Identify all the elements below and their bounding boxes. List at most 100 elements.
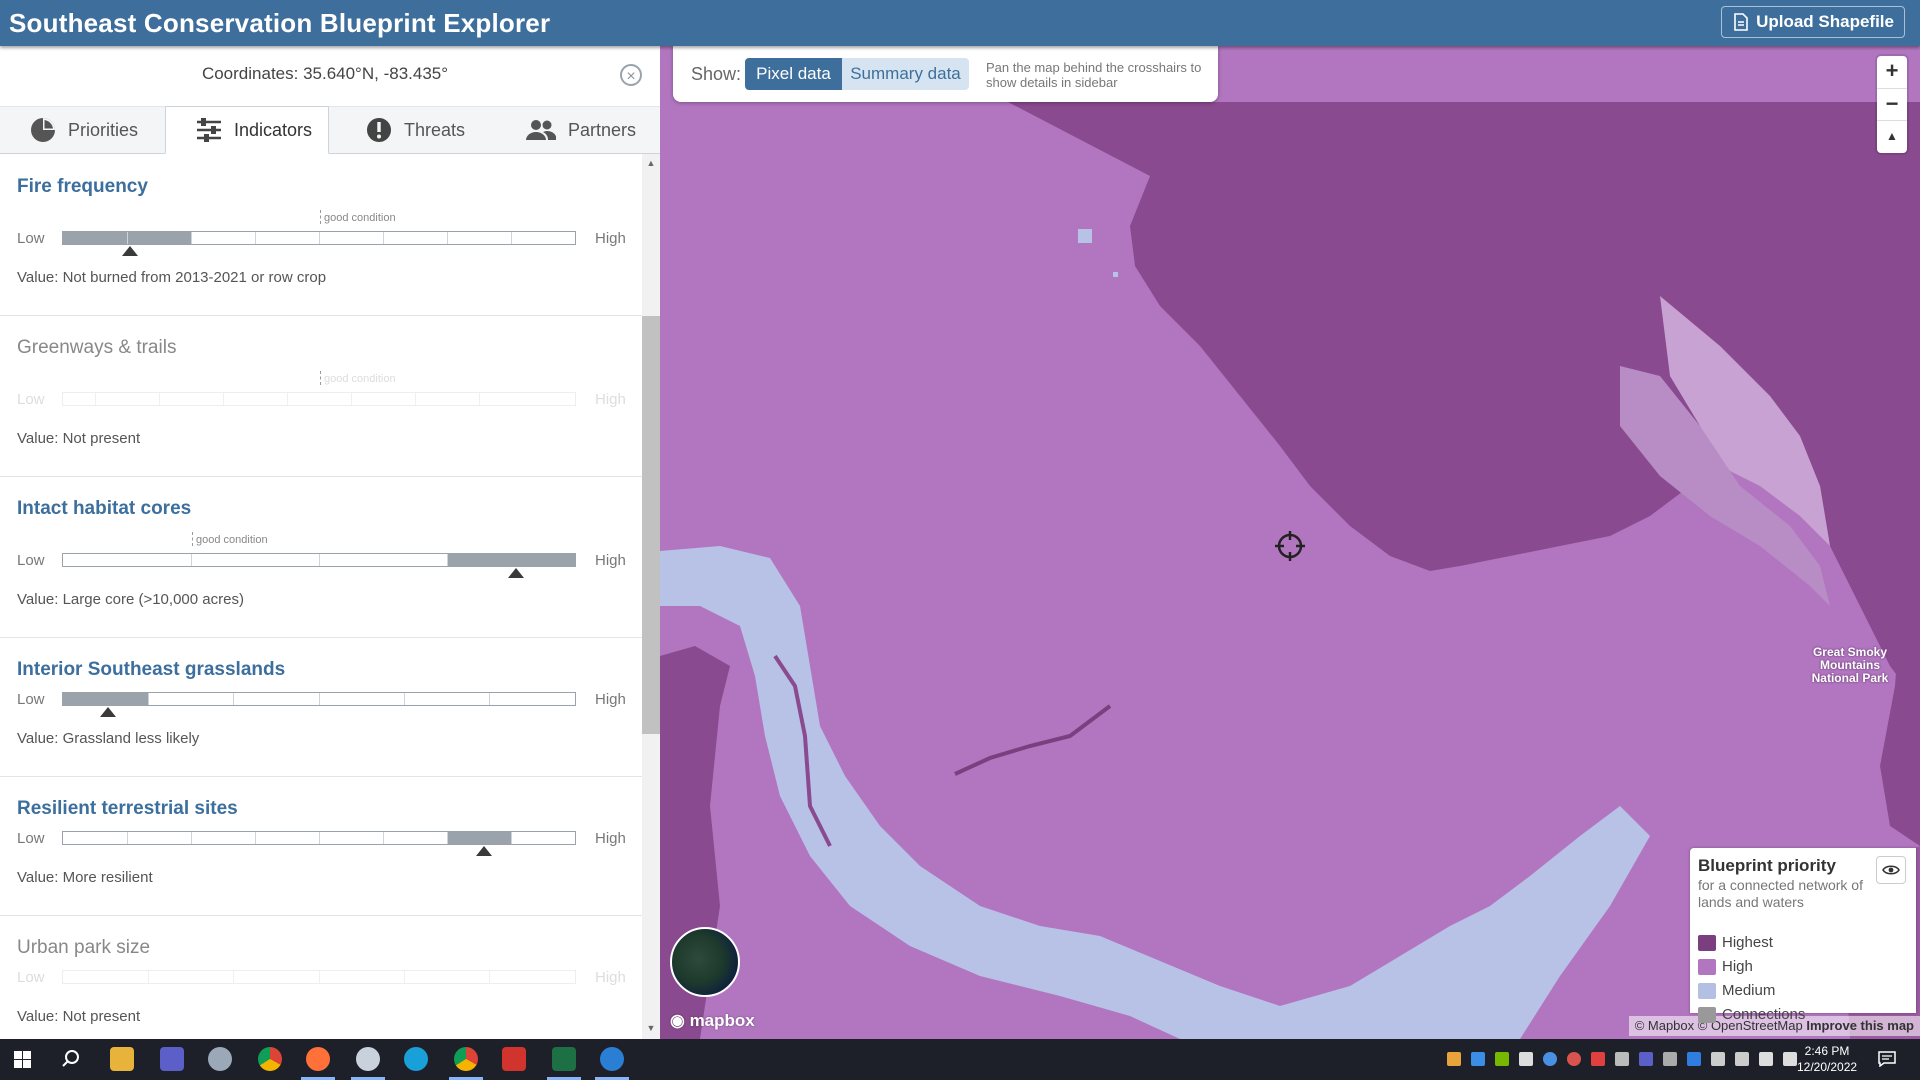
indicator-bar bbox=[62, 692, 576, 706]
indicator-list: Fire frequency good condition Low High V… bbox=[0, 154, 642, 1039]
indicator-urban-park-size[interactable]: Urban park size Low High Value: Not pres… bbox=[0, 915, 642, 1039]
tab-threats[interactable]: Threats bbox=[336, 106, 496, 154]
low-label: Low bbox=[17, 691, 45, 708]
legend-subtitle: for a connected network of lands and wat… bbox=[1698, 877, 1863, 910]
indicator-title: Resilient terrestrial sites bbox=[17, 798, 238, 819]
tab-priorities[interactable]: Priorities bbox=[0, 106, 165, 154]
tray-icon[interactable] bbox=[1543, 1052, 1557, 1066]
indicator-title: Interior Southeast grasslands bbox=[17, 659, 286, 680]
upload-shapefile-button[interactable]: Upload Shapefile bbox=[1721, 6, 1905, 38]
chrome-icon[interactable] bbox=[454, 1047, 478, 1071]
show-label: Show: bbox=[691, 64, 742, 84]
low-label: Low bbox=[17, 230, 45, 247]
firefox-icon[interactable] bbox=[306, 1047, 330, 1071]
good-condition-marker: good condition bbox=[320, 371, 396, 385]
scroll-down-icon[interactable]: ▼ bbox=[642, 1023, 660, 1037]
nvidia-icon[interactable] bbox=[1495, 1052, 1509, 1066]
indicator-interior-southeast-grasslands[interactable]: Interior Southeast grasslands Low High V… bbox=[0, 637, 642, 777]
scroll-up-icon[interactable]: ▲ bbox=[642, 158, 660, 172]
tab-label: Threats bbox=[404, 119, 466, 140]
indicator-title: Intact habitat cores bbox=[17, 498, 192, 519]
low-label: Low bbox=[17, 552, 45, 569]
sliders-icon bbox=[197, 118, 221, 142]
park-label: Great Smoky Mountains National Park bbox=[1811, 645, 1889, 685]
pie-chart-icon bbox=[31, 118, 55, 142]
low-label: Low bbox=[17, 830, 45, 847]
indicator-resilient-terrestrial-sites[interactable]: Resilient terrestrial sites Low High Val… bbox=[0, 776, 642, 916]
app-icon[interactable] bbox=[208, 1047, 232, 1071]
close-icon[interactable]: × bbox=[620, 64, 642, 86]
indicator-greenways-trails[interactable]: Greenways & trails good condition Low Hi… bbox=[0, 315, 642, 477]
volume-icon[interactable] bbox=[1759, 1052, 1773, 1066]
legend-item-connections: Connections bbox=[1698, 1006, 1805, 1023]
excel-icon[interactable] bbox=[552, 1047, 576, 1071]
map-legend: Blueprint priority for a connected netwo… bbox=[1690, 848, 1916, 1023]
pixel-data-button[interactable]: Pixel data bbox=[745, 58, 842, 90]
teams-tray-icon[interactable] bbox=[1639, 1052, 1653, 1066]
clock-date: 12/20/2022 bbox=[1797, 1060, 1858, 1074]
value-marker bbox=[508, 568, 524, 578]
legend-item-highest: Highest bbox=[1698, 934, 1773, 951]
tray-icon[interactable] bbox=[1591, 1052, 1605, 1066]
indicator-value: Value: Not present bbox=[17, 430, 141, 447]
map[interactable]: Show: Pixel data Summary data Pan the ma… bbox=[660, 46, 1920, 1039]
clock[interactable]: 2:46 PM 12/20/2022 bbox=[1797, 1043, 1857, 1075]
chrome-icon[interactable] bbox=[258, 1047, 282, 1071]
network-icon[interactable] bbox=[1783, 1052, 1797, 1066]
legend-swatch bbox=[1698, 982, 1716, 999]
windows-start-icon[interactable] bbox=[14, 1051, 31, 1068]
app-title: Southeast Conservation Blueprint Explore… bbox=[9, 8, 551, 38]
bluetooth-icon[interactable] bbox=[1687, 1052, 1701, 1066]
onedrive-icon[interactable] bbox=[1471, 1052, 1485, 1066]
acrobat-icon[interactable] bbox=[502, 1047, 526, 1071]
tab-partners[interactable]: Partners bbox=[496, 106, 660, 154]
summary-data-button[interactable]: Summary data bbox=[842, 58, 969, 90]
value-marker bbox=[100, 707, 116, 717]
indicator-bar bbox=[62, 831, 576, 845]
indicator-intact-habitat-cores[interactable]: Intact habitat cores good condition Low … bbox=[0, 476, 642, 638]
high-label: High bbox=[595, 391, 626, 408]
sidebar-tabs: Priorities Indicators Threats Partners bbox=[0, 106, 660, 154]
teams-icon[interactable] bbox=[160, 1047, 184, 1071]
app-icon[interactable] bbox=[356, 1047, 380, 1071]
tray-icon[interactable] bbox=[1711, 1052, 1725, 1066]
indicator-value: Value: Not present bbox=[17, 1008, 141, 1025]
legend-item-medium: Medium bbox=[1698, 982, 1775, 999]
indicator-title: Urban park size bbox=[17, 937, 151, 958]
compass-icon[interactable]: ▲ bbox=[1877, 120, 1907, 153]
high-label: High bbox=[595, 230, 626, 247]
tray-icon[interactable] bbox=[1663, 1052, 1677, 1066]
upload-shapefile-label: Upload Shapefile bbox=[1756, 12, 1894, 31]
indicator-bar bbox=[62, 553, 576, 567]
zoom-out-button[interactable]: − bbox=[1877, 88, 1907, 121]
tray-icon[interactable] bbox=[1447, 1052, 1461, 1066]
tray-icon[interactable] bbox=[1519, 1052, 1533, 1066]
tab-indicators[interactable]: Indicators bbox=[165, 106, 329, 154]
eye-icon[interactable] bbox=[1876, 856, 1906, 884]
sidebar-scrollbar-thumb[interactable] bbox=[642, 316, 660, 734]
app-icon[interactable] bbox=[600, 1047, 624, 1071]
edge-icon[interactable] bbox=[404, 1047, 428, 1071]
zoom-in-button[interactable]: + bbox=[1877, 56, 1907, 88]
indicator-value: Value: Large core (>10,000 acres) bbox=[17, 591, 244, 608]
indicator-value: Value: Grassland less likely bbox=[17, 730, 200, 747]
indicator-value: Value: Not burned from 2013-2021 or row … bbox=[17, 269, 327, 286]
legend-swatch bbox=[1698, 958, 1716, 975]
indicator-fire-frequency[interactable]: Fire frequency good condition Low High V… bbox=[0, 154, 642, 316]
tray-icon[interactable] bbox=[1567, 1052, 1581, 1066]
tab-label: Indicators bbox=[234, 119, 313, 140]
tab-label: Priorities bbox=[68, 119, 139, 140]
sidebar: Coordinates: 35.640°N, -83.435° × Priori… bbox=[0, 46, 661, 1039]
users-icon bbox=[526, 120, 556, 140]
search-icon[interactable] bbox=[62, 1050, 80, 1068]
tray-icon[interactable] bbox=[1735, 1052, 1749, 1066]
tray-icon[interactable] bbox=[1615, 1052, 1629, 1066]
high-label: High bbox=[595, 691, 626, 708]
improve-map-link[interactable]: Improve this map bbox=[1806, 1018, 1914, 1033]
file-explorer-icon[interactable] bbox=[110, 1047, 134, 1071]
tab-label: Partners bbox=[568, 119, 637, 140]
windows-taskbar: 2:46 PM 12/20/2022 bbox=[0, 1039, 1920, 1080]
notification-icon[interactable] bbox=[1878, 1051, 1896, 1067]
minimap-icon[interactable] bbox=[670, 927, 740, 997]
exclamation-icon bbox=[367, 118, 391, 142]
